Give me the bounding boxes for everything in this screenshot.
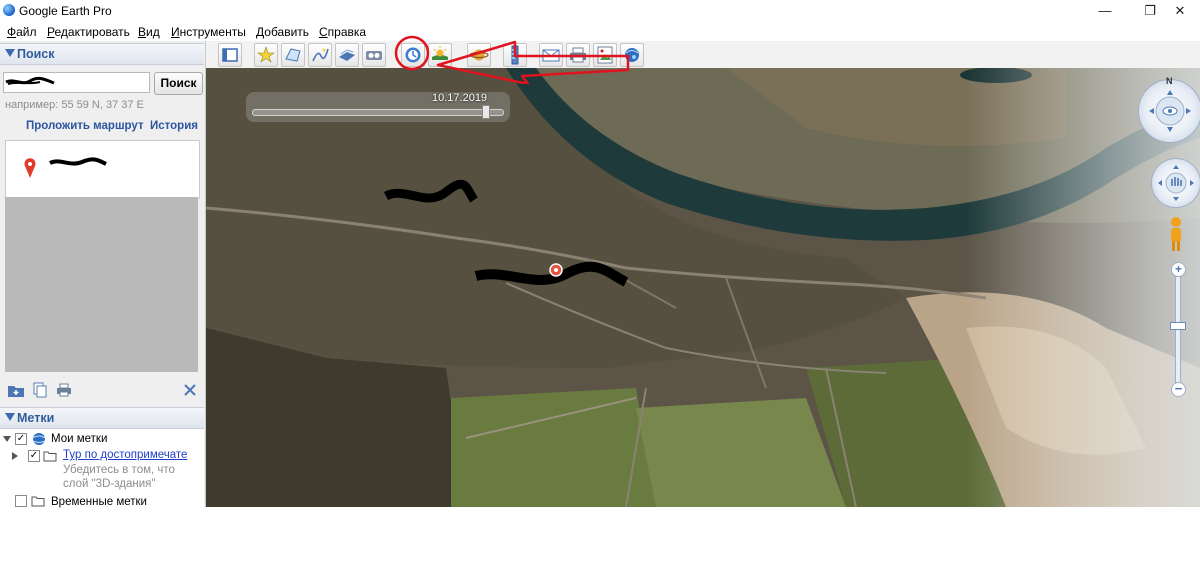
tour-link[interactable]: Тур по достопримечате <box>63 449 187 461</box>
collapse-triangle-icon <box>5 49 15 57</box>
search-panel-header[interactable]: Поиск <box>0 43 204 65</box>
window-title: Google Earth Pro <box>19 4 112 18</box>
zoom-out-button[interactable]: − <box>1171 382 1186 397</box>
red-placemark-icon <box>24 158 36 178</box>
places-panel-title: Метки <box>17 411 55 425</box>
menu-add[interactable]: Добавить <box>256 25 309 39</box>
look-control[interactable]: N <box>1138 76 1200 143</box>
search-input[interactable] <box>3 72 150 93</box>
search-panel-title: Поиск <box>17 47 55 61</box>
collapse-triangle-icon <box>5 413 15 421</box>
hide-sidebar-icon <box>222 48 238 62</box>
annotation-overlay <box>394 35 630 84</box>
zoom-control[interactable]: + − <box>1167 262 1187 398</box>
map-placemark-icon[interactable] <box>549 263 563 277</box>
tour-note-line-1: Убедитесь в том, что <box>63 464 175 476</box>
time-label: 10.17.2019 <box>432 92 488 104</box>
add-path-button[interactable] <box>308 43 332 67</box>
toolbar <box>206 41 1200 69</box>
route-link[interactable]: Проложить маршрут <box>26 120 144 132</box>
hide-sidebar-button[interactable] <box>218 43 242 67</box>
folder-icon <box>31 496 45 507</box>
temp-places-checkbox[interactable] <box>15 495 27 507</box>
tour-note-line-2: слой "3D-здания" <box>63 478 156 490</box>
menu-view[interactable]: Вид <box>138 25 160 39</box>
redacted-scribble <box>5 76 55 85</box>
street-view-pegman-icon[interactable] <box>1166 216 1186 254</box>
search-result-item[interactable] <box>5 140 200 199</box>
google-earth-icon <box>3 4 15 16</box>
menu-file[interactable]: Файл <box>7 25 37 39</box>
search-hint: например: 55 59 N, 37 37 E <box>5 99 144 111</box>
move-control[interactable] <box>1151 158 1200 208</box>
add-folder-icon[interactable] <box>7 382 25 398</box>
title-bar: Google Earth Pro — ❐ ✕ <box>0 0 1200 22</box>
menu-help[interactable]: Справка <box>319 25 366 39</box>
search-button[interactable]: Поиск <box>154 72 203 95</box>
expand-arrow-icon[interactable] <box>11 452 19 460</box>
add-placemark-icon <box>257 46 275 63</box>
places-tree: ✓ Мои метки ✓ Тур по достопримечате Убед… <box>0 428 204 508</box>
close-icon[interactable] <box>181 382 199 398</box>
menu-edit[interactable]: Редактировать <box>47 25 130 39</box>
collapse-arrow-icon[interactable] <box>3 435 11 443</box>
copy-icon[interactable] <box>31 382 49 398</box>
places-panel-header[interactable]: Метки <box>0 407 204 429</box>
satellite-imagery <box>206 68 1200 507</box>
close-window-button[interactable]: ✕ <box>1160 0 1200 22</box>
folder-icon <box>43 451 57 462</box>
add-polygon-button[interactable] <box>281 43 305 67</box>
my-places-checkbox[interactable]: ✓ <box>15 433 27 445</box>
history-link[interactable]: История <box>150 120 198 132</box>
temp-places-label[interactable]: Временные метки <box>51 496 147 508</box>
search-results-area <box>5 197 198 372</box>
menu-tools[interactable]: Инструменты <box>171 25 246 39</box>
hand-icon <box>1158 165 1194 201</box>
zoom-slider-handle[interactable] <box>1170 322 1186 330</box>
globe-icon <box>32 433 46 445</box>
tour-checkbox[interactable]: ✓ <box>28 450 40 462</box>
time-slider-track[interactable] <box>252 109 504 116</box>
map-view[interactable] <box>206 68 1200 507</box>
time-slider-handle[interactable] <box>482 105 490 119</box>
print-icon[interactable] <box>55 382 73 398</box>
add-image-overlay-button[interactable] <box>335 43 359 67</box>
add-polygon-icon <box>285 48 301 62</box>
eye-icon <box>1149 90 1191 132</box>
zoom-in-button[interactable]: + <box>1171 262 1186 277</box>
my-places-label[interactable]: Мои метки <box>51 433 107 445</box>
add-image-overlay-icon <box>339 49 355 61</box>
redacted-scribble <box>49 157 107 166</box>
add-path-icon <box>312 48 329 62</box>
add-placemark-button[interactable] <box>254 43 278 67</box>
minimize-button[interactable]: — <box>1082 0 1128 22</box>
